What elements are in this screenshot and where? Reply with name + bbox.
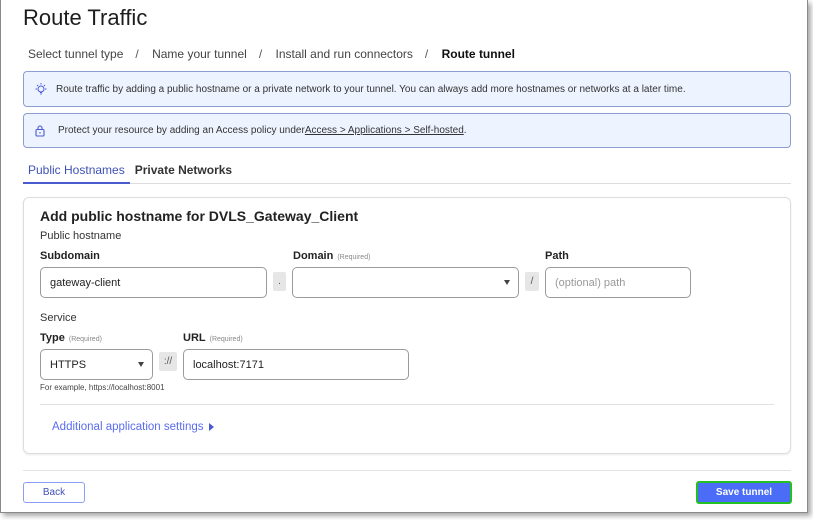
url-label: URL (Required) xyxy=(183,332,243,344)
tab-bar: Public Hostnames Private Networks xyxy=(23,160,791,184)
access-suffix: . xyxy=(463,125,467,136)
required-tag: (Required) xyxy=(209,336,243,343)
access-applications-link[interactable]: Access > Applications > Self-hosted xyxy=(305,125,464,136)
back-button[interactable]: Back xyxy=(23,482,85,503)
path-input[interactable]: (optional) path xyxy=(545,267,691,298)
domain-label: Domain (Required) xyxy=(293,250,370,262)
breadcrumb-item[interactable]: Name your tunnel xyxy=(152,47,247,61)
lock-icon xyxy=(35,125,45,137)
footer-divider xyxy=(23,470,791,471)
tab-public-hostnames[interactable]: Public Hostnames xyxy=(23,160,130,184)
additional-settings-toggle[interactable]: Additional application settings xyxy=(52,421,214,433)
dot-separator: . xyxy=(273,272,286,291)
breadcrumb-current: Route tunnel xyxy=(441,47,515,61)
window: Route Traffic Select tunnel type / Name y… xyxy=(0,0,808,513)
breadcrumb-item[interactable]: Select tunnel type xyxy=(28,47,123,61)
domain-label-text: Domain xyxy=(293,250,334,262)
subdomain-label: Subdomain xyxy=(40,250,100,262)
required-tag: (Required) xyxy=(337,254,371,261)
tab-private-networks[interactable]: Private Networks xyxy=(130,160,237,184)
url-label-text: URL xyxy=(183,332,206,344)
breadcrumb-item[interactable]: Install and run connectors xyxy=(276,47,413,61)
slash-separator: / xyxy=(525,272,539,291)
type-label-text: Type xyxy=(40,332,65,344)
url-example: For example, https://localhost:8001 xyxy=(40,383,165,392)
path-label: Path xyxy=(545,250,569,262)
form-title: Add public hostname for DVLS_Gateway_Cli… xyxy=(40,208,359,224)
breadcrumb: Select tunnel type / Name your tunnel / In… xyxy=(28,47,515,61)
chevron-down-icon xyxy=(504,280,510,285)
service-label: Service xyxy=(40,312,77,324)
type-value: HTTPS xyxy=(50,358,87,371)
domain-select[interactable] xyxy=(292,267,519,298)
path-placeholder: (optional) path xyxy=(555,276,626,289)
caret-right-icon xyxy=(208,423,214,431)
url-input[interactable]: localhost:7171 xyxy=(183,349,409,380)
public-hostname-label: Public hostname xyxy=(40,230,122,242)
save-tunnel-button[interactable]: Save tunnel xyxy=(696,481,792,504)
required-tag: (Required) xyxy=(68,336,102,343)
access-text: Protect your resource by adding an Acces… xyxy=(58,125,305,136)
tip-notice: Route traffic by adding a public hostnam… xyxy=(23,71,791,107)
chevron-down-icon xyxy=(138,362,144,367)
additional-settings-label: Additional application settings xyxy=(52,421,204,433)
tip-text: Route traffic by adding a public hostnam… xyxy=(56,83,686,95)
access-notice: Protect your resource by adding an Acces… xyxy=(23,113,791,148)
subdomain-input[interactable]: gateway-client xyxy=(40,267,267,298)
divider xyxy=(40,404,774,405)
hostname-card xyxy=(23,197,791,454)
lightbulb-icon xyxy=(35,83,47,95)
type-select[interactable]: HTTPS xyxy=(40,349,153,380)
scheme-separator: :// xyxy=(159,352,177,371)
type-label: Type (Required) xyxy=(40,332,102,344)
page-title: Route Traffic xyxy=(23,5,148,30)
